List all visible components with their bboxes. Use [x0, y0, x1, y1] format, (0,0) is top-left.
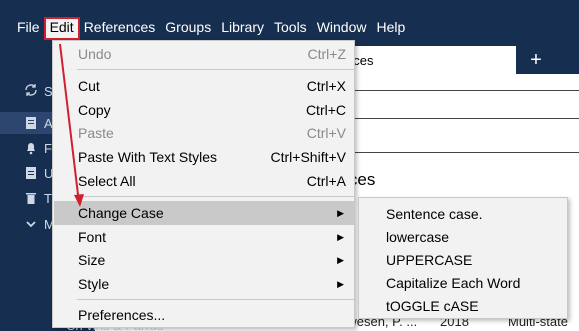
- library-icon: [24, 116, 38, 130]
- menu-item-select-all[interactable]: Select All Ctrl+A: [54, 169, 354, 193]
- menu-item-shortcut: Ctrl+X: [306, 78, 346, 94]
- menu-item-label: Change Case: [78, 205, 164, 221]
- menu-item-label: Select All: [78, 173, 136, 189]
- submenu-item-toggle-case[interactable]: tOGGLE cASE: [359, 294, 567, 317]
- menu-item-label: Copy: [78, 102, 111, 118]
- submenu-item-capitalize-each-word[interactable]: Capitalize Each Word: [359, 271, 567, 294]
- menu-window[interactable]: Window: [312, 18, 372, 39]
- menu-item-preferences[interactable]: Preferences...: [54, 303, 354, 327]
- change-case-submenu: Sentence case. lowercase UPPERCASE Capit…: [358, 197, 568, 319]
- menu-separator: [77, 299, 355, 300]
- submenu-item-uppercase[interactable]: UPPERCASE: [359, 248, 567, 271]
- submenu-item-lowercase[interactable]: lowercase: [359, 225, 567, 248]
- menu-item-copy[interactable]: Copy Ctrl+C: [54, 98, 354, 122]
- submenu-arrow-icon: ▶: [337, 254, 344, 265]
- menu-file[interactable]: File: [12, 18, 45, 39]
- menu-item-label: Paste With Text Styles: [78, 149, 218, 165]
- sync-icon: [24, 83, 38, 100]
- submenu-arrow-icon: ▶: [337, 231, 344, 242]
- sidebar-item-label: F: [44, 140, 52, 156]
- submenu-item-sentence-case[interactable]: Sentence case.: [359, 202, 567, 225]
- menu-item-label: Style: [78, 276, 110, 292]
- divider: [330, 118, 579, 119]
- divider: [330, 152, 579, 153]
- menu-item-shortcut: Ctrl+Shift+V: [270, 149, 346, 165]
- sidebar-item-label: T: [44, 190, 52, 206]
- menu-item-shortcut: Ctrl+A: [306, 173, 346, 189]
- menu-separator: [77, 196, 355, 197]
- menu-item-shortcut: Ctrl+Z: [307, 46, 347, 62]
- menu-item-font[interactable]: Font ▶: [54, 225, 354, 249]
- menu-tools[interactable]: Tools: [269, 18, 312, 39]
- bell-icon: [24, 141, 38, 155]
- menu-item-shortcut: Ctrl+V: [306, 125, 346, 141]
- menu-item-paste[interactable]: Paste Ctrl+V: [54, 121, 354, 145]
- divider: [330, 90, 579, 91]
- menu-item-cut[interactable]: Cut Ctrl+X: [54, 74, 354, 98]
- chevron-down-icon[interactable]: [24, 217, 38, 231]
- menu-item-undo[interactable]: Undo Ctrl+Z: [54, 42, 354, 66]
- menu-item-label: Cut: [78, 78, 100, 94]
- menu-item-label: Preferences...: [78, 307, 166, 323]
- menu-item-label: Paste: [78, 125, 114, 141]
- document-icon: [24, 166, 38, 180]
- trash-icon: [24, 191, 38, 205]
- menu-item-label: Font: [78, 229, 107, 245]
- submenu-arrow-icon: ▶: [337, 207, 344, 218]
- menu-item-paste-with-text-styles[interactable]: Paste With Text Styles Ctrl+Shift+V: [54, 145, 354, 169]
- menu-groups[interactable]: Groups: [160, 18, 216, 39]
- menu-help[interactable]: Help: [371, 18, 410, 39]
- menu-item-size[interactable]: Size ▶: [54, 248, 354, 272]
- submenu-arrow-icon: ▶: [337, 278, 344, 289]
- menu-item-shortcut: Ctrl+C: [305, 102, 346, 118]
- new-tab-button[interactable]: +: [516, 46, 556, 74]
- menu-separator: [77, 69, 355, 70]
- menu-references[interactable]: References: [79, 18, 161, 39]
- menu-item-style[interactable]: Style ▶: [54, 272, 354, 296]
- menu-edit[interactable]: Edit: [43, 17, 80, 40]
- menu-library[interactable]: Library: [216, 18, 269, 39]
- menu-item-label: Undo: [78, 46, 112, 62]
- menu-item-label: Size: [78, 252, 106, 268]
- menu-item-change-case[interactable]: Change Case ▶: [54, 201, 354, 225]
- edit-menu: Undo Ctrl+Z Cut Ctrl+X Copy Ctrl+C Paste…: [52, 40, 355, 328]
